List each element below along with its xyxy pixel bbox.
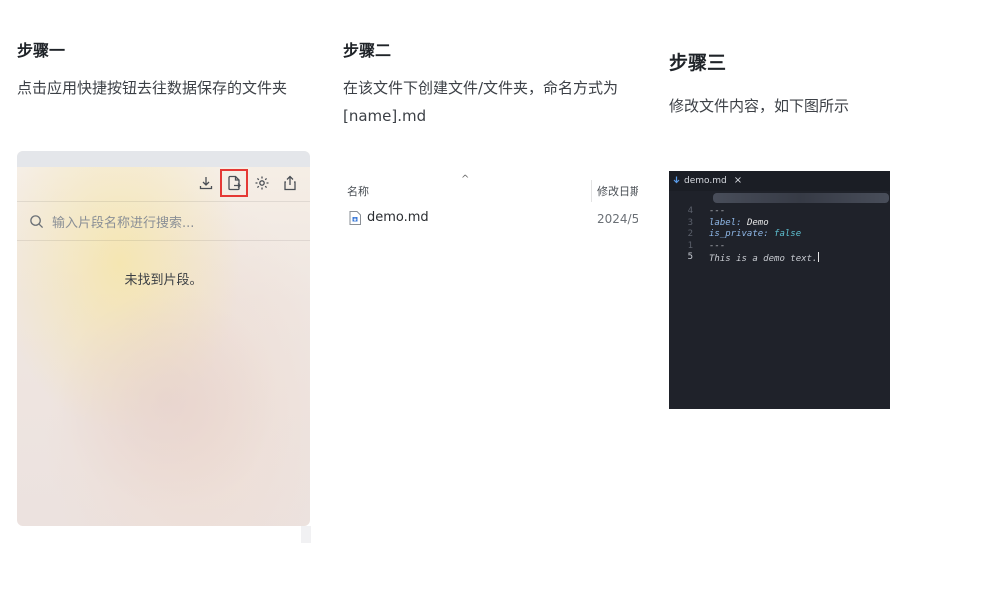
file-name: demo.md	[367, 210, 429, 225]
gear-icon[interactable]	[250, 171, 274, 195]
app-top-bar	[17, 151, 310, 167]
yaml-key: label	[709, 217, 737, 228]
scrollbar-strip	[301, 526, 311, 543]
step-one-description: 点击应用快捷按钮去往数据保存的文件夹	[17, 79, 288, 97]
file-date: 2024/5,	[597, 212, 638, 226]
line-number: 3	[687, 217, 693, 228]
column-header-name[interactable]: 名称	[347, 183, 369, 199]
file-explorer: ^ 名称 修改日期 demo.md 2024/5,	[343, 170, 638, 240]
background-illustration	[57, 291, 277, 511]
column-header-date[interactable]: 修改日期	[597, 183, 638, 199]
app-screenshot: 输入片段名称进行搜索... 未找到片段。	[17, 151, 310, 526]
empty-state-text: 未找到片段。	[124, 273, 203, 288]
column-divider[interactable]	[591, 180, 592, 202]
file-export-icon[interactable]	[220, 169, 248, 197]
file-row[interactable]: demo.md	[349, 210, 429, 225]
markdown-file-icon	[673, 176, 680, 184]
step-three-title: 步骤三	[669, 52, 727, 74]
step-three: 步骤三 修改文件内容，如下图所示	[669, 50, 969, 120]
yaml-value: false	[774, 229, 802, 239]
step-two: 步骤二 在该文件下创建文件/文件夹，命名方式为[name].md	[343, 40, 643, 130]
snippet-search-input[interactable]: 输入片段名称进行搜索...	[17, 201, 310, 241]
code-line: 4 ---	[669, 206, 890, 218]
share-icon[interactable]	[278, 171, 302, 195]
search-icon	[30, 214, 44, 228]
download-icon[interactable]	[194, 171, 218, 195]
step-two-title: 步骤二	[343, 41, 392, 60]
blurred-breadcrumb	[713, 193, 889, 203]
editor-tab[interactable]: demo.md ×	[673, 175, 742, 186]
code-line: 3 label: Demo	[669, 218, 890, 230]
editor-tab-bar: demo.md ×	[669, 171, 890, 191]
yaml-value: Demo	[746, 217, 769, 228]
code-line: 2 is_private: false	[669, 229, 890, 241]
line-text: This is a demo text.	[709, 254, 818, 264]
line-number: 1	[687, 240, 693, 251]
yaml-key: is_private	[709, 229, 764, 239]
editor-tab-name: demo.md	[684, 175, 727, 186]
step-two-description: 在该文件下创建文件/文件夹，命名方式为[name].md	[343, 79, 619, 125]
code-editor: demo.md × 4 --- 3 label: Demo 2 is_priva…	[669, 171, 890, 409]
line-number: 4	[687, 206, 693, 216]
step-one: 步骤一 点击应用快捷按钮去往数据保存的文件夹	[17, 40, 317, 102]
markdown-file-icon	[349, 210, 361, 225]
step-three-description: 修改文件内容，如下图所示	[669, 97, 850, 115]
line-number: 5	[687, 252, 693, 262]
search-placeholder: 输入片段名称进行搜索...	[52, 215, 195, 231]
line-number: 2	[687, 229, 693, 239]
sort-caret-icon[interactable]: ^	[461, 174, 469, 185]
line-text: ---	[709, 240, 726, 251]
editor-code[interactable]: 4 --- 3 label: Demo 2 is_private: false …	[669, 206, 890, 264]
code-line: 1 ---	[669, 241, 890, 253]
line-text: ---	[709, 206, 726, 216]
step-one-title: 步骤一	[17, 41, 66, 60]
code-line-current: 5 This is a demo text.	[669, 252, 890, 264]
close-icon[interactable]: ×	[734, 175, 742, 186]
text-cursor	[818, 252, 820, 262]
app-toolbar	[194, 169, 302, 197]
